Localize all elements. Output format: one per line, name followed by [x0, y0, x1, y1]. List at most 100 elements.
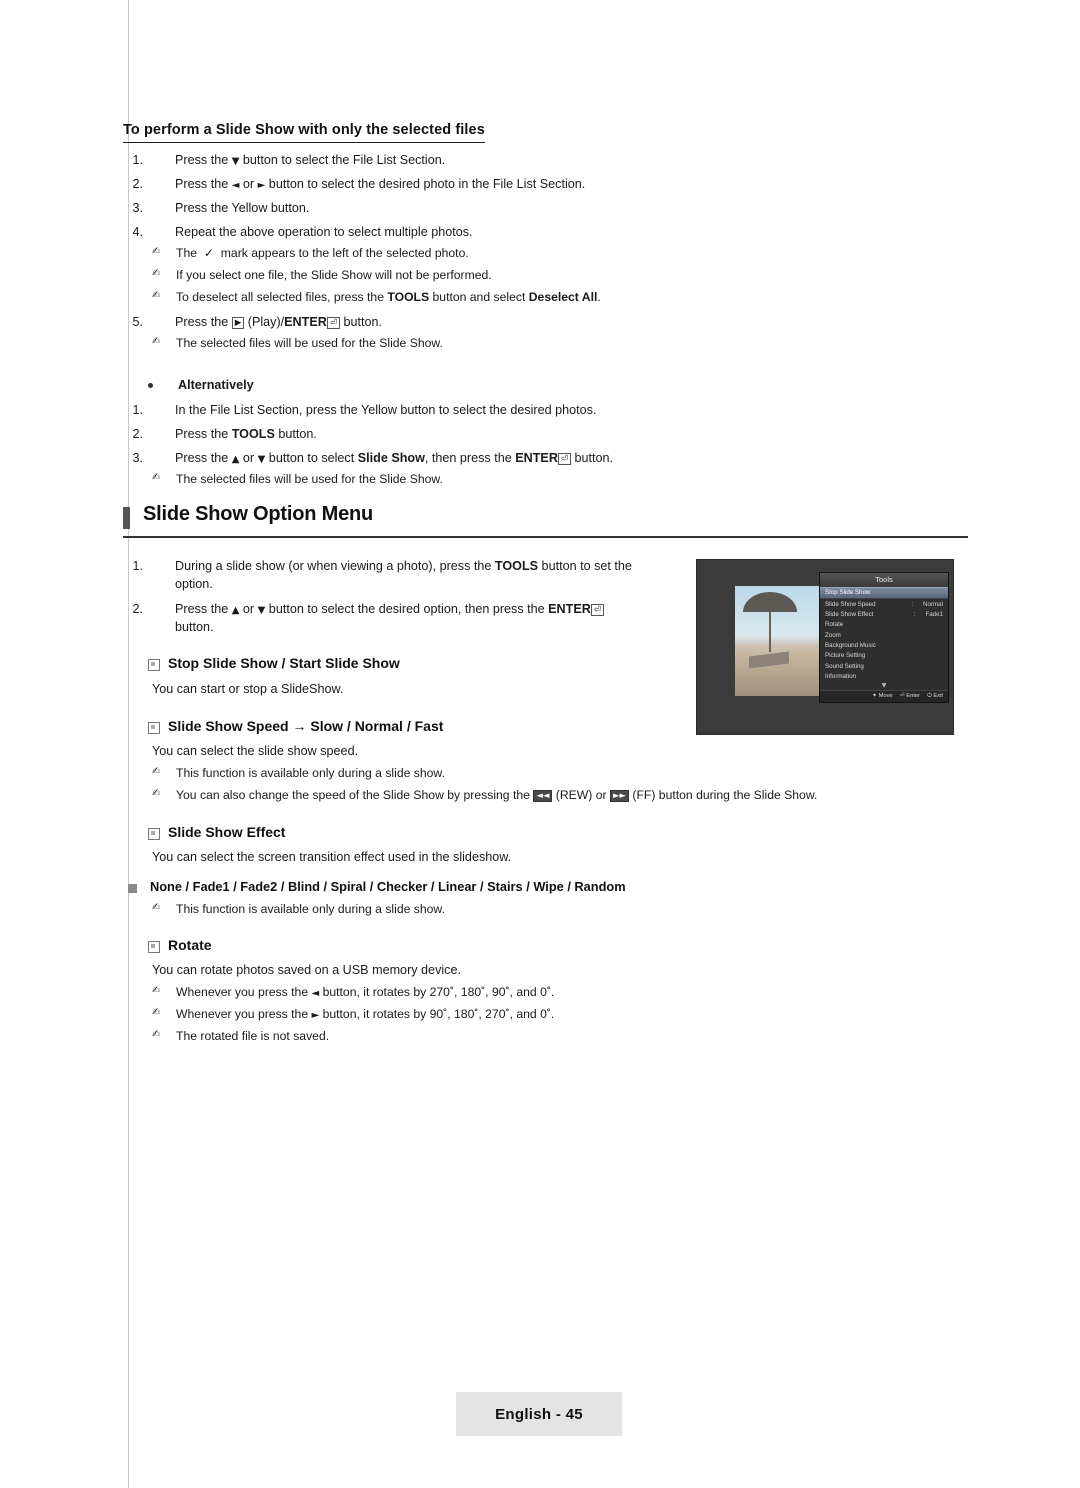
checkbox-bullet-icon	[148, 828, 160, 840]
note-selected-files-2-text: The selected files will be used for the …	[176, 472, 443, 486]
note-speed-1-text: This function is available only during a…	[176, 766, 445, 780]
alt-step-1-text: In the File List Section, press the Yell…	[175, 403, 597, 417]
tv-menu-item-label: Stop Slide Show	[825, 589, 871, 597]
tv-menu-footer: ✦ Move ⏎ Enter ⏻ Exit	[820, 690, 948, 703]
step-4-text: Repeat the above operation to select mul…	[175, 225, 473, 239]
step-3-text: Press the Yellow button.	[175, 201, 310, 215]
note-effect-1-text: This function is available only during a…	[176, 902, 445, 916]
tv-menu-item-label: Rotate	[825, 621, 844, 629]
exit-icon: ⏻	[927, 693, 932, 700]
tv-menu-title: Tools	[820, 573, 948, 587]
tv-menu-item-background-music[interactable]: Background Music	[820, 641, 948, 651]
note-icon: ✍	[152, 902, 161, 913]
option-rotate-title: Rotate	[168, 937, 212, 953]
bullet-dot-icon	[148, 383, 153, 388]
option-speed-title: Slide Show Speed → Slow / Normal / Fast	[168, 718, 444, 734]
tv-menu-item-label: Background Music	[825, 642, 876, 650]
footer-enter: ⏎ Enter	[899, 693, 921, 700]
tv-menu-item-label: Sound Setting	[825, 662, 864, 670]
note-single-file-text: If you select one file, the Slide Show w…	[176, 268, 492, 282]
note-rotate-2-text: Whenever you press the ► button, it rota…	[176, 1007, 555, 1021]
option-stop-start-title: Stop Slide Show / Start Slide Show	[168, 655, 400, 671]
heading-text: Slide Show Option Menu	[143, 503, 374, 525]
tv-menu-item-slide-show-effect[interactable]: Slide Show Effect : Fade1	[820, 610, 948, 620]
note-icon: ✍	[152, 766, 161, 777]
note-deselect-all-text: To deselect all selected files, press th…	[176, 290, 601, 304]
menu-step-1-text-line2: option.	[175, 577, 213, 591]
step-2-index: 2.	[132, 177, 143, 191]
tv-menu-item-label: Slide Show Effect	[825, 610, 874, 618]
note-icon: ✍	[152, 788, 161, 799]
alt-step-3-text: Press the ▲ or ▼ button to select Slide …	[175, 451, 614, 465]
option-effect-body: You can select the screen transition eff…	[152, 850, 512, 864]
tv-menu-item-value: : Fade1	[913, 610, 943, 618]
tv-menu-item-label: Picture Setting	[825, 652, 866, 660]
alt-step-3-index: 3.	[132, 451, 143, 465]
note-rotate-3-text: The rotated file is not saved.	[176, 1029, 330, 1043]
tv-tools-menu[interactable]: Tools Stop Slide Show Slide Show Speed :…	[819, 572, 949, 704]
footer-move: ✦ Move	[872, 693, 893, 700]
note-icon: ✍	[152, 1007, 161, 1018]
note-icon: ✍	[152, 985, 161, 996]
note-icon: ✍	[152, 268, 161, 279]
step-5-index: 5.	[132, 315, 143, 329]
menu-step-2-text-line2: button.	[175, 620, 214, 634]
note-icon: ✍	[152, 336, 161, 347]
checkbox-bullet-icon	[148, 722, 160, 734]
tv-menu-item-information[interactable]: Information	[820, 672, 948, 682]
photo-umbrella	[743, 592, 797, 612]
option-rotate-body: You can rotate photos saved on a USB mem…	[152, 963, 461, 977]
heading-underline	[123, 536, 968, 538]
menu-step-2-index: 2.	[132, 602, 143, 616]
step-4-index: 4.	[132, 225, 143, 239]
option-stop-start-body: You can start or stop a SlideShow.	[152, 682, 344, 696]
tv-menu-item-label: Slide Show Speed	[825, 600, 876, 608]
square-bullet-icon	[128, 884, 137, 893]
step-2-text: Press the ◄ or ► button to select the de…	[175, 177, 586, 191]
section-title: To perform a Slide Show with only the se…	[123, 121, 485, 143]
page: To perform a Slide Show with only the se…	[0, 0, 1080, 1488]
photo-umbrella-pole	[769, 610, 771, 652]
step-3-index: 3.	[132, 201, 143, 215]
note-icon: ✍	[152, 290, 161, 301]
tv-menu-item-label: Information	[825, 673, 856, 681]
step-5-text: Press the ▶ (Play)/ENTER ⏎ button.	[175, 315, 382, 329]
step-1-text: Press the ▼ button to select the File Li…	[175, 153, 446, 167]
option-speed-body: You can select the slide show speed.	[152, 744, 359, 758]
menu-step-1-index: 1.	[132, 559, 143, 573]
tv-menu-item-slide-show-speed[interactable]: Slide Show Speed : Normal	[820, 599, 948, 609]
alt-step-2-index: 2.	[132, 427, 143, 441]
tv-menu-item-value: : Normal	[911, 600, 943, 608]
alt-step-1-index: 1.	[132, 403, 143, 417]
note-icon: ✍	[152, 1029, 161, 1040]
menu-step-2-text: Press the ▲ or ▼ button to select the de…	[175, 601, 604, 619]
option-effect-title: Slide Show Effect	[168, 824, 286, 840]
note-speed-2-text: You can also change the speed of the Sli…	[176, 788, 818, 802]
checkbox-bullet-icon	[148, 941, 160, 953]
move-icon: ✦	[872, 693, 877, 700]
tv-menu-item-picture-setting[interactable]: Picture Setting	[820, 651, 948, 661]
note-selected-files-1-text: The selected files will be used for the …	[176, 336, 443, 350]
scroll-down-icon[interactable]: ▼	[820, 682, 948, 690]
heading-bar-icon	[123, 507, 130, 529]
footer-exit: ⏻ Exit	[927, 693, 943, 700]
alternatively-text: Alternatively	[178, 378, 254, 392]
tv-menu-item-zoom[interactable]: Zoom	[820, 631, 948, 641]
step-1-index: 1.	[132, 153, 143, 167]
menu-step-1-text: During a slide show (or when viewing a p…	[175, 559, 632, 573]
note-icon: ✍	[152, 472, 161, 483]
section-title-text: To perform a Slide Show with only the se…	[123, 122, 485, 143]
tv-menu-item-sound-setting[interactable]: Sound Setting	[820, 662, 948, 672]
enter-icon: ⏎	[899, 693, 905, 700]
alt-step-2-text: Press the TOOLS button.	[175, 427, 317, 441]
tv-screenshot: Tools Stop Slide Show Slide Show Speed :…	[696, 559, 954, 735]
checkbox-bullet-icon	[148, 659, 160, 671]
page-footer: English - 45	[456, 1392, 622, 1436]
tv-menu-item-stop-slide-show[interactable]: Stop Slide Show	[820, 587, 948, 600]
note-check-mark-text: The ✓ mark appears to the left of the se…	[176, 246, 469, 260]
effect-list-text: None / Fade1 / Fade2 / Blind / Spiral / …	[150, 879, 626, 894]
note-icon: ✍	[152, 246, 161, 257]
tv-menu-item-rotate[interactable]: Rotate	[820, 620, 948, 630]
note-rotate-1-text: Whenever you press the ◄ button, it rota…	[176, 985, 555, 999]
tv-menu-item-label: Zoom	[825, 631, 841, 639]
